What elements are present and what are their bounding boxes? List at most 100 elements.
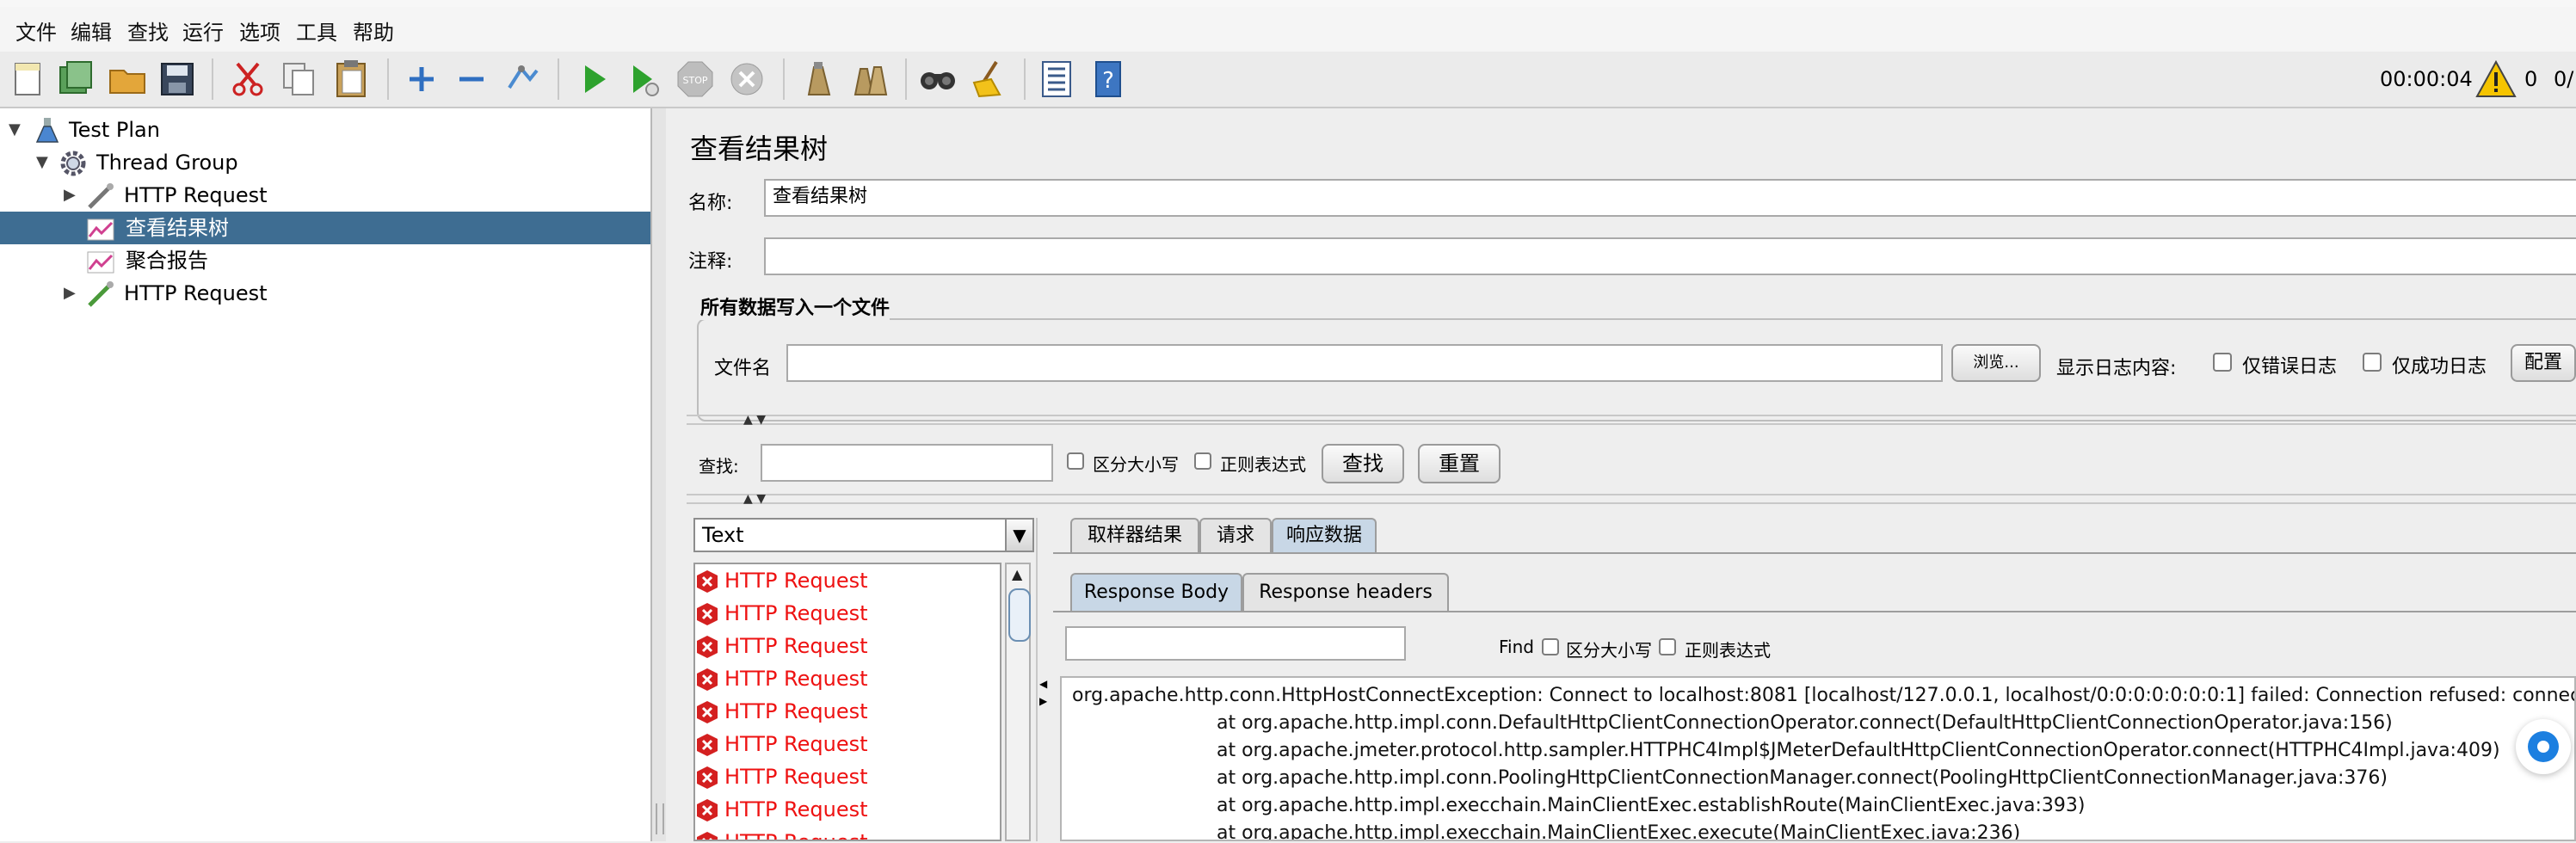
divider-grip[interactable] xyxy=(656,803,664,834)
renderer-select[interactable]: Text ▼ xyxy=(693,518,1034,552)
tab-sampler-result[interactable]: 取样器结果 xyxy=(1070,518,1199,552)
start-no-pause-icon[interactable] xyxy=(621,57,666,102)
list-item[interactable]: HTTP Request xyxy=(697,597,868,630)
menu-file[interactable]: 文件 xyxy=(15,15,57,46)
errors-only-checkbox[interactable] xyxy=(2213,353,2232,372)
response-regex-label: 正则表达式 xyxy=(1685,640,1771,661)
start-icon[interactable] xyxy=(571,57,616,102)
tab-response-headers[interactable]: Response headers xyxy=(1242,573,1449,611)
split-bar[interactable] xyxy=(687,494,2576,504)
templates-icon[interactable] xyxy=(53,57,98,102)
list-item[interactable]: HTTP Request xyxy=(697,564,868,597)
scroll-thumb[interactable] xyxy=(1008,588,1031,642)
search-input[interactable] xyxy=(761,444,1053,482)
sample-results-list: HTTP Request HTTP Request HTTP Request H… xyxy=(693,563,1001,841)
find-button[interactable]: 查找 xyxy=(1322,444,1404,483)
response-find-input[interactable] xyxy=(1065,626,1406,661)
tree-item-http-request[interactable]: ▶ HTTP Request xyxy=(0,277,650,310)
list-item[interactable]: HTTP Request xyxy=(697,662,868,695)
error-icon xyxy=(697,668,718,691)
menu-tools[interactable]: 工具 xyxy=(296,15,337,46)
save-icon[interactable] xyxy=(155,57,200,102)
results-scrollbar[interactable]: ▲ xyxy=(1005,563,1031,841)
scroll-up-icon[interactable]: ▲ xyxy=(1012,566,1022,582)
open-icon[interactable] xyxy=(105,57,150,102)
configure-button[interactable]: 配置 xyxy=(2511,344,2576,382)
filename-field[interactable] xyxy=(786,344,1943,382)
success-only-checkbox[interactable] xyxy=(2363,353,2382,372)
error-icon xyxy=(697,570,718,593)
toggle-icon[interactable] xyxy=(501,57,545,102)
menu-help[interactable]: 帮助 xyxy=(353,15,394,46)
chart-icon xyxy=(87,218,114,241)
name-field[interactable]: 查看结果树 xyxy=(764,179,2576,217)
success-only-label: 仅成功日志 xyxy=(2392,356,2487,378)
browse-button[interactable]: 浏览... xyxy=(1951,344,2041,382)
tree-item-http-request[interactable]: ▶ HTTP Request xyxy=(0,179,650,212)
expanded-arrow-icon[interactable]: ▼ xyxy=(36,146,48,179)
split-bar[interactable] xyxy=(687,415,2576,425)
collapse-icon[interactable] xyxy=(449,57,494,102)
shutdown-icon[interactable] xyxy=(724,57,769,102)
error-icon xyxy=(697,734,718,756)
reset-button[interactable]: 重置 xyxy=(1418,444,1501,483)
help-icon[interactable]: ? xyxy=(1086,57,1131,102)
split-right-icon[interactable]: ▶ xyxy=(1039,695,1047,707)
regex-label: 正则表达式 xyxy=(1220,454,1306,475)
collapsed-arrow-icon[interactable]: ▶ xyxy=(64,277,76,310)
regex-checkbox[interactable] xyxy=(1194,452,1211,470)
search-icon[interactable] xyxy=(915,57,960,102)
warning-icon[interactable] xyxy=(2475,58,2517,100)
list-item[interactable]: HTTP Request xyxy=(697,826,868,840)
menu-options[interactable]: 选项 xyxy=(239,15,280,46)
chevron-down-icon[interactable]: ▼ xyxy=(1005,520,1032,551)
case-sensitive-checkbox[interactable] xyxy=(1067,452,1084,470)
list-item[interactable]: HTTP Request xyxy=(697,630,868,662)
warning-count: 0 xyxy=(2524,67,2538,91)
reset-search-icon[interactable] xyxy=(965,57,1010,102)
response-line: at org.apache.http.impl.conn.PoolingHttp… xyxy=(1217,767,2388,789)
menu-search[interactable]: 查找 xyxy=(127,15,169,46)
list-item[interactable]: HTTP Request xyxy=(697,728,868,760)
response-body-text[interactable]: org.apache.http.conn.HttpHostConnectExce… xyxy=(1060,676,2576,841)
split-divider[interactable] xyxy=(652,108,666,841)
response-line: org.apache.http.conn.HttpHostConnectExce… xyxy=(1072,685,2576,706)
list-item[interactable]: HTTP Request xyxy=(697,760,868,793)
list-item[interactable]: HTTP Request xyxy=(697,793,868,826)
tree-item-test-plan[interactable]: ▼ Test Plan xyxy=(0,114,650,146)
tree-item-thread-group[interactable]: ▼ Thread Group xyxy=(0,146,650,179)
cut-icon[interactable] xyxy=(225,57,270,102)
tree-item-view-results-tree[interactable]: 查看结果树 xyxy=(0,212,650,244)
menu-run[interactable]: 运行 xyxy=(182,15,224,46)
comment-field[interactable] xyxy=(764,237,2576,275)
split-left-icon[interactable]: ◀ xyxy=(1039,678,1047,690)
paste-icon[interactable] xyxy=(329,57,373,102)
stop-icon[interactable]: STOP xyxy=(673,57,718,102)
expand-icon[interactable] xyxy=(399,57,444,102)
response-regex-checkbox[interactable] xyxy=(1659,638,1676,655)
chat-bubble-icon[interactable] xyxy=(2516,719,2571,774)
menu-edit[interactable]: 编辑 xyxy=(71,15,112,46)
tree-item-aggregate-report[interactable]: 聚合报告 xyxy=(0,244,650,277)
split-arrows-icon[interactable]: ▲ ▼ xyxy=(743,492,766,506)
expanded-arrow-icon[interactable]: ▼ xyxy=(9,114,21,146)
results-split-divider[interactable]: ◀ ▶ xyxy=(1036,518,1050,841)
response-case-checkbox[interactable] xyxy=(1542,638,1559,655)
error-icon xyxy=(697,832,718,840)
tab-response-data[interactable]: 响应数据 xyxy=(1272,518,1377,552)
copy-icon[interactable] xyxy=(277,57,322,102)
menu-bar: 文件 编辑 查找 运行 选项 工具 帮助 xyxy=(0,7,2576,52)
renderer-value: Text xyxy=(702,523,744,547)
response-line: at org.apache.jmeter.protocol.http.sampl… xyxy=(1217,740,2500,761)
tab-response-body[interactable]: Response Body xyxy=(1070,573,1242,611)
clear-all-icon[interactable] xyxy=(848,57,893,102)
tab-request[interactable]: 请求 xyxy=(1199,518,1272,552)
list-item[interactable]: HTTP Request xyxy=(697,695,868,728)
clear-icon[interactable] xyxy=(797,57,841,102)
error-icon xyxy=(697,603,718,625)
response-find-label: Find xyxy=(1499,637,1534,657)
collapsed-arrow-icon[interactable]: ▶ xyxy=(64,179,76,212)
new-icon[interactable] xyxy=(5,57,50,102)
split-arrows-icon[interactable]: ▲ ▼ xyxy=(743,413,766,427)
function-helper-icon[interactable] xyxy=(1034,57,1079,102)
